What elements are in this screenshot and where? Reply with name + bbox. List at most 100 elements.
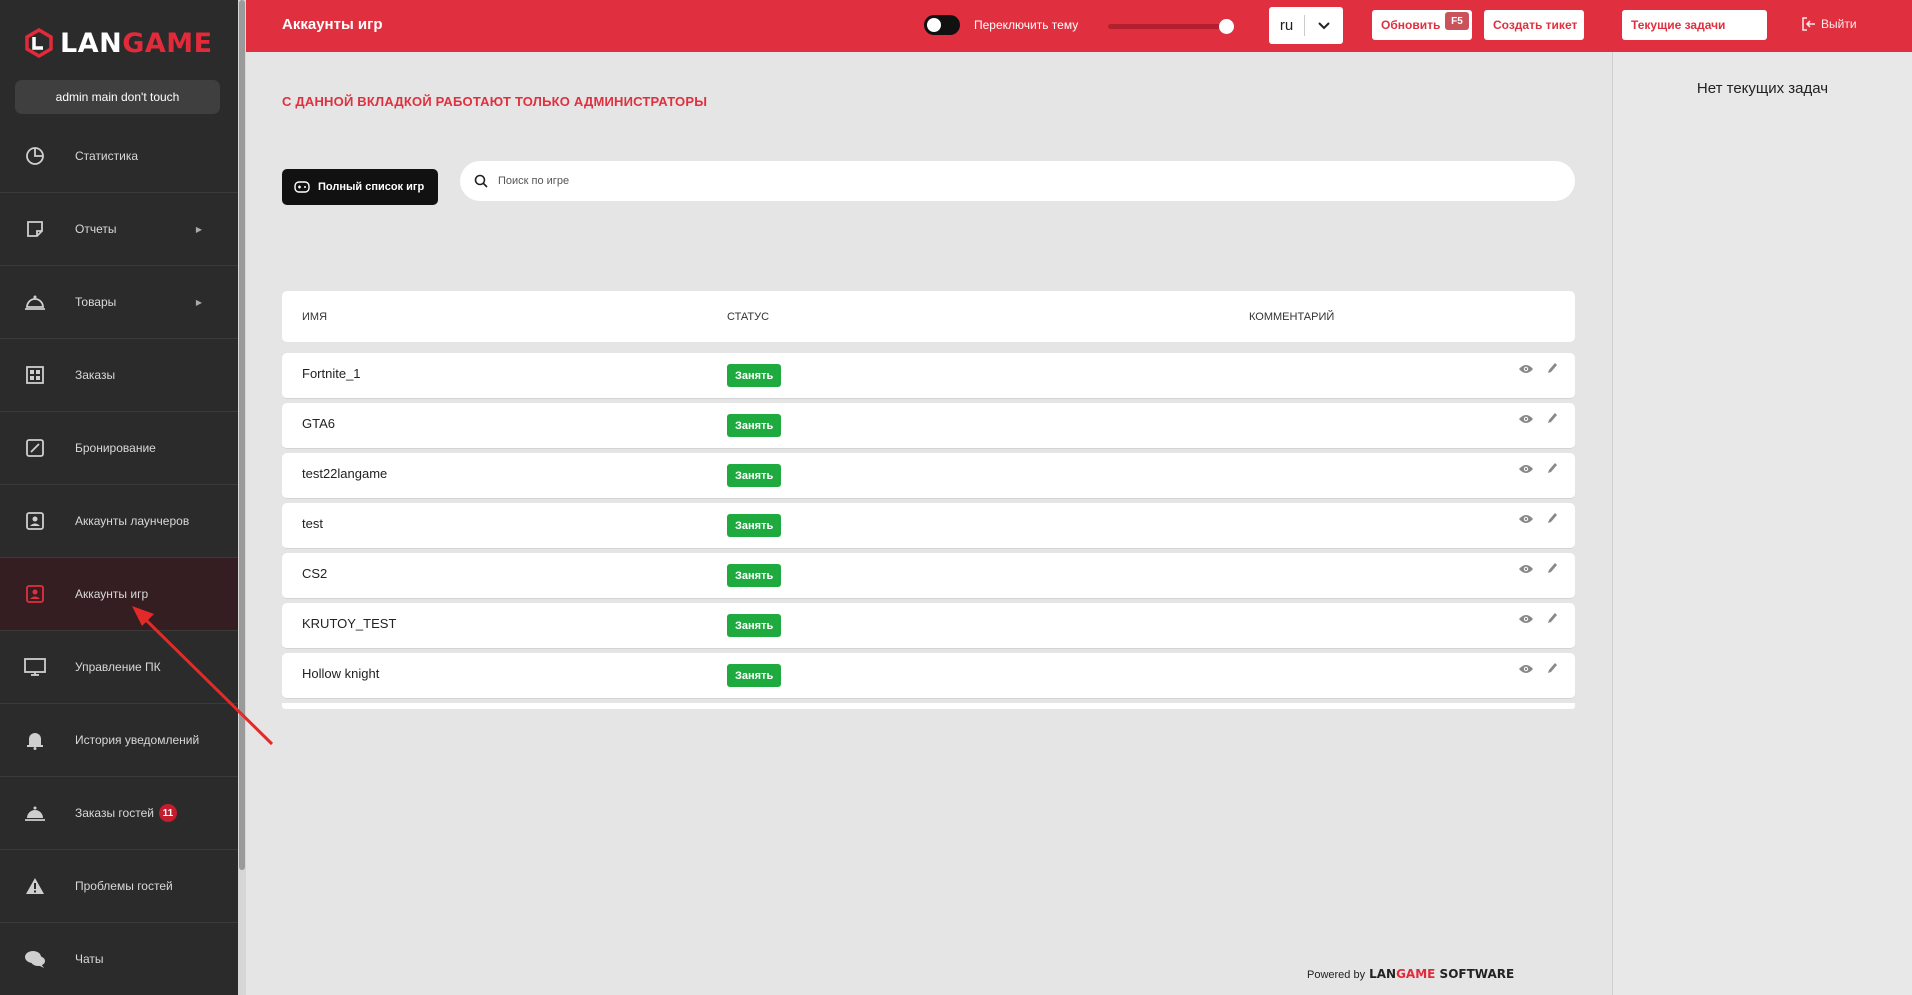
pencil-icon[interactable] — [1546, 361, 1558, 380]
logout-label: Выйти — [1821, 17, 1857, 31]
eye-icon[interactable] — [1518, 462, 1534, 480]
language-select[interactable]: ru — [1269, 7, 1343, 44]
refresh-label: Обновить — [1381, 18, 1441, 32]
table-header: ИМЯ СТАТУС КОММЕНТАРИЙ — [282, 291, 1575, 342]
bell-icon — [24, 729, 46, 751]
logout-button[interactable]: Выйти — [1802, 17, 1857, 31]
accounts-table-body: Fortnite_1 Занять GTA6 Занять test22lang… — [282, 353, 1575, 709]
toggle-knob — [927, 18, 941, 32]
refresh-hotkey-badge: F5 — [1445, 12, 1469, 30]
theme-toggle[interactable] — [924, 15, 960, 35]
sidebar-item-guest-problems[interactable]: Проблемы гостей — [0, 850, 238, 923]
sidebar-item-products[interactable]: Товары ▶ — [0, 266, 238, 339]
theme-toggle-label: Переключить тему — [974, 18, 1079, 32]
table-row: Fortnite_1 Занять — [282, 353, 1575, 399]
table-row: test Занять — [282, 503, 1575, 549]
sidebar-item-launcher-accounts[interactable]: Аккаунты лаунчеров — [0, 485, 238, 558]
account-name: KRUTOY_TEST — [302, 616, 397, 631]
column-header-comment: КОММЕНТАРИЙ — [1249, 311, 1335, 323]
sidebar-item-orders[interactable]: Заказы — [0, 339, 238, 412]
cloche-icon — [24, 802, 46, 824]
sidebar-item-label: Товары — [75, 295, 117, 309]
account-name: test — [302, 516, 323, 531]
contact-icon — [24, 583, 46, 605]
sidebar-item-label: Статистика — [75, 149, 139, 163]
eye-icon[interactable] — [1518, 412, 1534, 430]
header-slider[interactable] — [1108, 19, 1234, 34]
search-icon — [474, 174, 488, 188]
pencil-icon[interactable] — [1546, 511, 1558, 530]
table-row: CS2 Занять — [282, 553, 1575, 599]
sidebar-item-statistics[interactable]: Статистика — [0, 120, 238, 193]
sidebar-item-label: Аккаунты игр — [75, 587, 149, 601]
account-name: test22langame — [302, 466, 388, 481]
chevron-right-icon: ▶ — [195, 297, 202, 307]
admin-warning: С ДАННОЙ ВКЛАДКОЙ РАБОТАЮТ ТОЛЬКО АДМИНИ… — [282, 94, 708, 109]
table-row: test22langame Занять — [282, 453, 1575, 499]
current-tasks-button[interactable]: Текущие задачи — [1622, 10, 1767, 40]
sidebar-scrollbar[interactable] — [238, 0, 246, 995]
sidebar-item-label: Заказы гостей — [75, 806, 154, 820]
slider-handle[interactable] — [1219, 19, 1234, 34]
eye-icon[interactable] — [1518, 662, 1534, 680]
full-game-list-button[interactable]: Полный список игр — [282, 169, 438, 205]
sidebar-item-reports[interactable]: Отчеты ▶ — [0, 193, 238, 266]
occupy-button[interactable]: Занять — [727, 364, 782, 387]
account-name: Fortnite_1 — [302, 366, 361, 381]
search-input[interactable] — [498, 175, 1398, 187]
pencil-icon[interactable] — [1546, 661, 1558, 680]
footer-brand: LANGAME SOFTWARE — [1369, 967, 1515, 981]
scrollbar-thumb[interactable] — [239, 0, 245, 870]
account-name: Hollow knight — [302, 666, 380, 681]
pie-chart-icon — [24, 145, 46, 167]
sidebar-item-label: Бронирование — [75, 441, 156, 455]
edit-square-icon — [24, 437, 46, 459]
pencil-icon[interactable] — [1546, 411, 1558, 430]
sidebar-item-label: Чаты — [75, 952, 104, 966]
sidebar-item-booking[interactable]: Бронирование — [0, 412, 238, 485]
sidebar-item-chats[interactable]: Чаты — [0, 923, 238, 995]
table-row: GTA6 Занять — [282, 403, 1575, 449]
cloche-icon — [24, 291, 46, 313]
sidebar-item-pc-management[interactable]: Управление ПК — [0, 631, 238, 704]
occupy-button[interactable]: Занять — [727, 614, 782, 637]
game-search[interactable] — [460, 161, 1575, 201]
current-tasks-panel: Нет текущих задач — [1612, 52, 1912, 995]
sidebar-item-notification-history[interactable]: История уведомлений — [0, 704, 238, 777]
page-title: Аккаунты игр — [282, 16, 383, 33]
chevron-down-icon — [1305, 21, 1343, 31]
occupy-button[interactable]: Занять — [727, 414, 782, 437]
sidebar-menu: Статистика Отчеты ▶ Товары ▶ Заказы Брон… — [0, 120, 238, 995]
table-bottom-edge — [282, 703, 1575, 709]
sidebar-item-label: Заказы — [75, 368, 116, 382]
user-pill[interactable]: admin main don't touch — [15, 80, 220, 114]
powered-by-footer: Powered by LANGAME SOFTWARE — [1307, 967, 1514, 981]
column-header-name: ИМЯ — [302, 311, 328, 323]
occupy-button[interactable]: Занять — [727, 464, 782, 487]
occupy-button[interactable]: Занять — [727, 564, 782, 587]
grid-icon — [24, 364, 46, 386]
account-name: GTA6 — [302, 416, 335, 431]
table-row: Hollow knight Занять — [282, 653, 1575, 699]
refresh-button[interactable]: Обновить F5 — [1372, 10, 1472, 40]
pencil-icon[interactable] — [1546, 611, 1558, 630]
gamepad-icon — [294, 181, 310, 193]
eye-icon[interactable] — [1518, 362, 1534, 380]
eye-icon[interactable] — [1518, 512, 1534, 530]
guest-orders-badge: 11 — [158, 804, 177, 822]
create-ticket-button[interactable]: Создать тикет — [1484, 10, 1584, 40]
sidebar-item-label: История уведомлений — [75, 733, 200, 747]
sidebar-item-guest-orders[interactable]: Заказы гостей 11 — [0, 777, 238, 850]
eye-icon[interactable] — [1518, 612, 1534, 630]
language-value: ru — [1269, 15, 1305, 36]
monitor-icon — [24, 656, 46, 678]
sidebar-item-game-accounts[interactable]: Аккаунты игр — [0, 558, 238, 631]
table-row: KRUTOY_TEST Занять — [282, 603, 1575, 649]
eye-icon[interactable] — [1518, 562, 1534, 580]
logo[interactable]: LANGAME — [24, 26, 213, 60]
occupy-button[interactable]: Занять — [727, 514, 782, 537]
note-icon — [24, 218, 46, 240]
occupy-button[interactable]: Занять — [727, 664, 782, 687]
pencil-icon[interactable] — [1546, 561, 1558, 580]
pencil-icon[interactable] — [1546, 461, 1558, 480]
